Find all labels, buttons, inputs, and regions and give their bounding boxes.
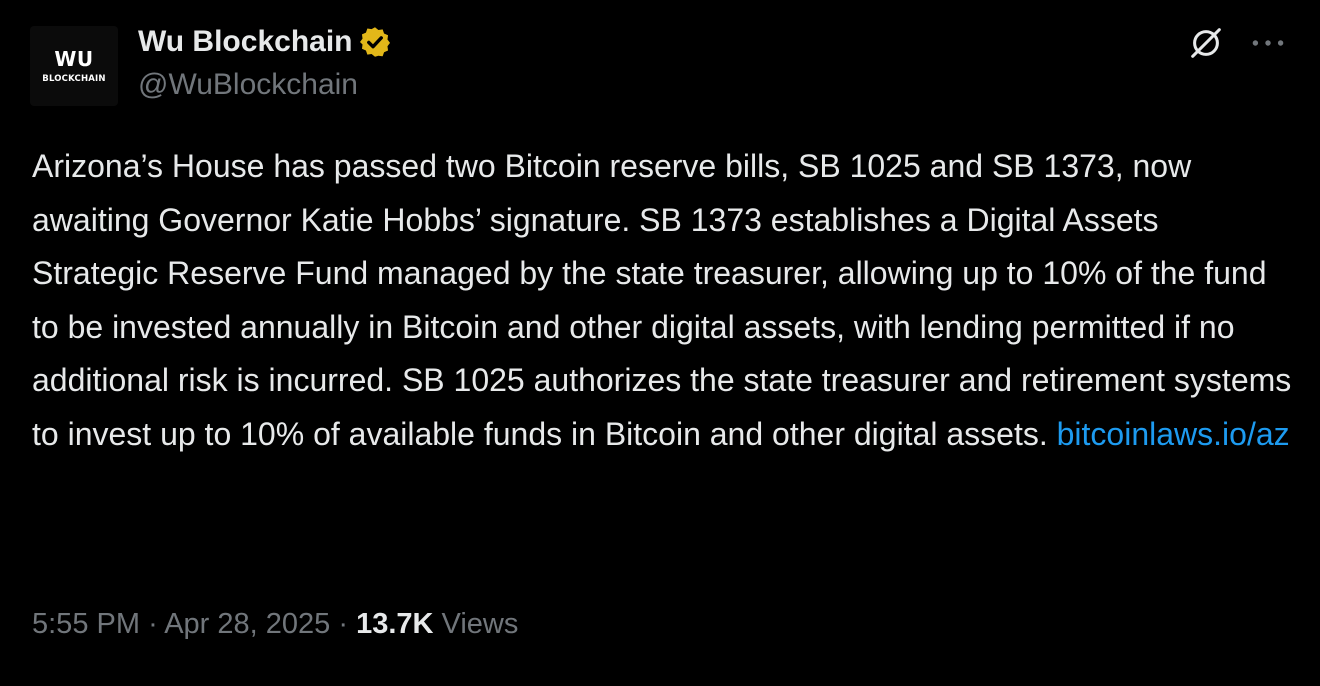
post-time[interactable]: 5:55 PM (32, 608, 140, 640)
more-options-button[interactable] (1246, 25, 1290, 65)
avatar-logo-subtext: BLOCKCHAIN (42, 74, 106, 84)
author-handle[interactable]: @WuBlockchain (138, 68, 358, 102)
views-count[interactable]: 13.7K (356, 608, 433, 640)
grok-button[interactable] (1186, 25, 1226, 65)
post-metadata: 5:55 PM · Apr 28, 2025 · 13.7K Views (32, 608, 518, 641)
author-name-row: Wu Blockchain (138, 24, 392, 60)
meta-separator: · (148, 608, 158, 640)
post-link[interactable]: bitcoinlaws.io/az (1057, 416, 1290, 452)
views-label: Views (441, 608, 519, 640)
grok-icon (1187, 24, 1225, 67)
post-text: Arizona’s House has passed two Bitcoin r… (32, 140, 1292, 462)
tweet: WU BLOCKCHAIN Wu Blockchain @WuBlockchai… (0, 0, 1320, 686)
verified-badge-icon[interactable] (358, 25, 392, 59)
meta-separator: · (338, 608, 349, 640)
avatar-logo-text: WU (54, 47, 94, 71)
post-date[interactable]: Apr 28, 2025 (164, 608, 330, 640)
avatar[interactable]: WU BLOCKCHAIN (30, 26, 118, 106)
author-display-name[interactable]: Wu Blockchain (138, 25, 352, 59)
more-icon (1250, 36, 1286, 54)
post-body: Arizona’s House has passed two Bitcoin r… (32, 148, 1292, 452)
